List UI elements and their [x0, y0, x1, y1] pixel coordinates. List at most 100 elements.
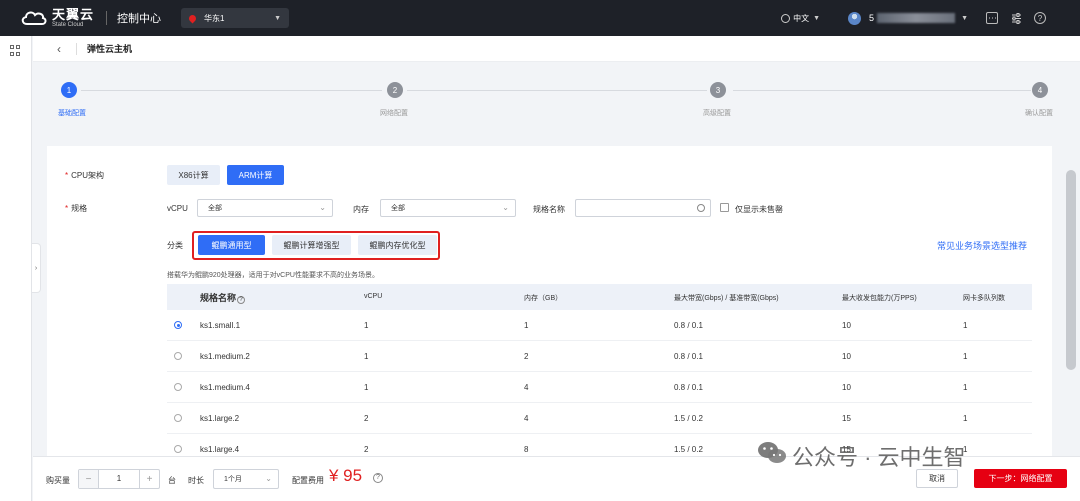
wechat-logo-icon [758, 442, 786, 463]
user-menu[interactable]: 5 ▼ [848, 11, 968, 25]
cell-memory: 2 [524, 352, 529, 361]
search-icon [697, 204, 705, 212]
row-radio[interactable] [174, 352, 182, 360]
watermark-text: 公众号 · 云中生智 [792, 445, 966, 470]
console-link[interactable]: 控制中心 [117, 10, 161, 26]
cell-vcpu: 1 [364, 321, 369, 330]
total-price: ¥ 95 [329, 466, 363, 485]
duration-label: 时长 [188, 476, 204, 485]
page-scrollbar[interactable] [1066, 170, 1076, 370]
chevron-down-icon: ▼ [813, 14, 821, 22]
step-4-label: 确认配置 [1025, 110, 1053, 117]
memory-filter-select[interactable]: 全部 ⌄ [380, 199, 516, 217]
cell-bandwidth: 0.8 / 0.1 [674, 321, 703, 330]
redacted-username [877, 13, 956, 23]
only-onsale-label: 仅显示未售罄 [735, 205, 783, 214]
column-header-spec-name: 规格名称? [200, 291, 246, 304]
user-name: 5 [869, 13, 875, 23]
table-row[interactable]: ks1.large.2 2 4 1.5 / 0.2 15 1 [167, 403, 1032, 434]
cell-vcpu: 2 [364, 414, 369, 423]
highlight-box [192, 231, 440, 260]
step-1-indicator: 1 [61, 82, 77, 98]
apps-grid-icon[interactable] [10, 45, 21, 56]
step-connector [81, 90, 382, 91]
column-header-pps: 最大收发包能力(万PPS) [842, 295, 917, 302]
next-step-button[interactable]: 下一步：网络配置 [974, 469, 1067, 488]
column-header-queues: 网卡多队列数 [963, 295, 1005, 302]
cell-queues: 1 [963, 321, 968, 330]
cell-queues: 1 [963, 383, 968, 392]
cell-bandwidth: 1.5 / 0.2 [674, 445, 703, 454]
help-icon[interactable]: ? [237, 296, 246, 304]
chevron-down-icon: ⌄ [502, 203, 509, 212]
cell-vcpu: 1 [364, 383, 369, 392]
cell-memory: 1 [524, 321, 529, 330]
globe-icon [781, 13, 791, 23]
cell-vcpu: 1 [364, 352, 369, 361]
table-row[interactable]: ks1.small.1 1 1 0.8 / 0.1 10 1 [167, 310, 1032, 341]
cell-pps: 10 [842, 383, 851, 392]
vcpu-filter-select[interactable]: 全部 ⌄ [197, 199, 333, 217]
message-icon[interactable] [986, 12, 998, 24]
row-radio[interactable] [174, 383, 182, 391]
duration-value: 1个月 [224, 476, 242, 483]
settings-sliders-icon[interactable] [1010, 12, 1022, 24]
brand-logo[interactable]: 天翼云 State Cloud [20, 8, 94, 28]
fee-label: 配置费用 [292, 476, 324, 485]
quantity-value[interactable]: 1 [99, 474, 139, 483]
only-onsale-checkbox[interactable] [720, 203, 729, 212]
step-3-label: 高级配置 [703, 110, 731, 117]
page-header: ‹ 弹性云主机 [33, 36, 1080, 62]
cell-spec-name: ks1.small.1 [200, 321, 241, 330]
help-icon[interactable]: ? [373, 473, 383, 483]
cell-memory: 8 [524, 445, 529, 454]
chevron-down-icon: ⌄ [265, 474, 272, 483]
table-row[interactable]: ks1.medium.2 1 2 0.8 / 0.1 10 1 [167, 341, 1032, 372]
row-radio[interactable] [174, 445, 182, 453]
table-row[interactable]: ks1.medium.4 1 4 0.8 / 0.1 10 1 [167, 372, 1032, 403]
logo-text-en: State Cloud [52, 22, 84, 28]
side-navigation [0, 36, 32, 501]
quantity-stepper[interactable]: − 1 + [78, 469, 160, 489]
step-2-label: 网络配置 [380, 110, 408, 117]
region-selector[interactable]: 华东1 ▼ [181, 8, 290, 28]
step-connector [733, 90, 1031, 91]
help-icon[interactable]: ? [1034, 12, 1046, 24]
location-pin-icon [187, 13, 198, 23]
recommend-link[interactable]: 常见业务场景选型推荐 [937, 239, 1027, 252]
increment-button[interactable]: + [139, 470, 159, 488]
column-header-vcpu: vCPU [364, 293, 383, 300]
cell-queues: 1 [963, 414, 968, 423]
cell-spec-name: ks1.medium.2 [200, 352, 250, 361]
spec-name-label: 规格名称 [533, 205, 565, 214]
cell-spec-name: ks1.large.2 [200, 414, 240, 423]
step-2-indicator: 2 [387, 82, 403, 98]
step-3-indicator: 3 [710, 82, 726, 98]
chevron-down-icon: ▼ [274, 14, 282, 22]
cell-bandwidth: 1.5 / 0.2 [674, 414, 703, 423]
cpu-arch-arm-button[interactable]: ARM计算 [227, 165, 284, 185]
language-selector[interactable]: 中文 ▼ [781, 13, 820, 24]
cell-queues: 1 [963, 352, 968, 361]
category-description: 搭载华为鲲鹏920处理器，适用于对vCPU性能要求不高的业务场景。 [167, 272, 379, 279]
row-radio[interactable] [174, 414, 182, 422]
spec-label: * 规格 [65, 204, 88, 213]
vcpu-filter-label: vCPU [167, 204, 188, 213]
cell-spec-name: ks1.medium.4 [200, 383, 250, 392]
back-button[interactable]: ‹ [50, 40, 68, 58]
duration-select[interactable]: 1个月 ⌄ [213, 469, 279, 489]
row-radio[interactable] [174, 321, 182, 329]
decrement-button[interactable]: − [79, 470, 99, 488]
region-label: 华东1 [204, 13, 225, 23]
cell-memory: 4 [524, 414, 529, 423]
cpu-arch-x86-button[interactable]: X86计算 [167, 165, 220, 185]
step-4-indicator: 4 [1032, 82, 1048, 98]
spec-name-search-input[interactable] [575, 199, 711, 217]
cloud-logo-icon [21, 11, 47, 25]
divider [76, 42, 77, 55]
expand-sidebar-handle[interactable]: › [32, 243, 41, 293]
page-title: 弹性云主机 [87, 44, 133, 54]
quantity-label: 购买量 [46, 476, 70, 485]
cell-pps: 10 [842, 352, 851, 361]
cell-memory: 4 [524, 383, 529, 392]
